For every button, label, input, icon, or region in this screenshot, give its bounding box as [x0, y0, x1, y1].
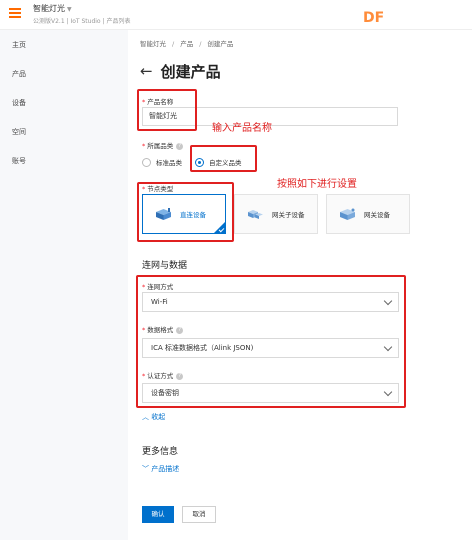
- network-method-select[interactable]: Wi-Fi: [142, 292, 399, 312]
- category-radio-custom[interactable]: 自定义品类: [195, 157, 242, 167]
- app-title-text: 智能灯光: [33, 4, 65, 13]
- product-desc-link-text: 产品描述: [151, 465, 180, 473]
- chevron-down-icon: [383, 342, 393, 352]
- required-mark: *: [142, 142, 146, 150]
- network-method-value: Wi-Fi: [151, 298, 168, 306]
- node-type-label: * 节点类型: [142, 183, 173, 193]
- chevron-down-icon: [383, 296, 393, 306]
- auth-method-select[interactable]: 设备密钥: [142, 383, 399, 403]
- more-info-title: 更多信息: [142, 447, 179, 457]
- sidebar-item-products[interactable]: 产品: [12, 69, 26, 79]
- breadcrumb-separator: /: [172, 40, 175, 48]
- required-mark: *: [142, 185, 146, 193]
- top-bar: 智能灯光 ▼ 公测版V2.1 | IoT Studio | 产品列表 DF: [0, 0, 472, 30]
- required-mark: *: [142, 372, 146, 380]
- menu-icon[interactable]: [9, 8, 21, 18]
- help-icon[interactable]: ?: [176, 326, 184, 334]
- df-logo: DF: [363, 10, 385, 26]
- sidebar-item-home[interactable]: 主页: [12, 40, 26, 50]
- category-option-label: 标准品类: [156, 159, 182, 167]
- node-type-gateway-subdevice[interactable]: 网关子设备: [234, 194, 318, 234]
- network-method-label-text: 连网方式: [147, 283, 174, 291]
- help-icon[interactable]: ?: [176, 372, 184, 380]
- data-format-label-text: 数据格式: [147, 326, 174, 334]
- main-content: 智能灯光 / 产品 / 创建产品 ← 创建产品 * 产品名称 智能灯光 * 所属品类? 标准…: [128, 30, 472, 540]
- help-icon[interactable]: ?: [176, 142, 184, 150]
- auth-method-label: * 认证方式?: [142, 370, 184, 380]
- page-header: ← 创建产品: [140, 60, 221, 82]
- required-mark: *: [142, 326, 146, 334]
- data-format-value: ICA 标准数据格式（Alink JSON): [151, 344, 254, 352]
- chevron-down-icon: ▼: [67, 6, 72, 13]
- chevron-down-icon: [383, 387, 393, 397]
- sidebar-item-accounts[interactable]: 账号: [12, 156, 26, 166]
- data-format-select[interactable]: ICA 标准数据格式（Alink JSON): [142, 338, 399, 358]
- chevron-down-icon: ﹀: [142, 465, 152, 473]
- back-arrow-icon[interactable]: ←: [140, 62, 153, 80]
- node-type-option-label: 网关子设备: [272, 211, 305, 219]
- gateway-cube-icon: [340, 208, 355, 220]
- annotation-enter-name: 输入产品名称: [212, 123, 272, 134]
- node-type-option-label: 网关设备: [364, 211, 390, 219]
- radio-circle: [142, 157, 151, 167]
- product-name-label-text: 产品名称: [147, 98, 174, 106]
- collapse-link-text: 收起: [151, 413, 166, 421]
- chevron-up-icon: ︿: [142, 413, 152, 421]
- category-radio-standard[interactable]: 标准品类: [142, 157, 182, 167]
- data-format-label: * 数据格式?: [142, 324, 184, 334]
- cancel-button[interactable]: 取消: [182, 506, 216, 523]
- node-type-option-label: 直连设备: [180, 211, 206, 219]
- network-section-title: 连网与数据: [142, 261, 188, 271]
- page-title: 创建产品: [160, 62, 221, 81]
- node-type-label-text: 节点类型: [147, 185, 174, 193]
- device-cube-icon: [156, 207, 171, 220]
- breadcrumb-item[interactable]: 产品: [180, 40, 193, 48]
- breadcrumb-separator: /: [199, 40, 202, 48]
- breadcrumb: 智能灯光 / 产品 / 创建产品: [140, 38, 233, 48]
- subdevice-cube-icon: [248, 209, 263, 219]
- breadcrumb-item[interactable]: 智能灯光: [140, 40, 166, 48]
- sidebar: 主页 产品 设备 空间 账号: [0, 30, 128, 540]
- node-type-gateway-device[interactable]: 网关设备: [326, 194, 410, 234]
- sidebar-item-spaces[interactable]: 空间: [12, 127, 26, 137]
- sidebar-item-devices[interactable]: 设备: [12, 98, 26, 108]
- collapse-link[interactable]: ︿ 收起: [142, 412, 165, 422]
- category-option-label: 自定义品类: [209, 159, 242, 167]
- check-corner-icon: [214, 222, 225, 233]
- breadcrumb-item-current: 创建产品: [207, 40, 234, 48]
- category-label: * 所属品类?: [142, 140, 184, 150]
- radio-circle-checked: [195, 157, 204, 167]
- confirm-button[interactable]: 确认: [142, 506, 174, 523]
- required-mark: *: [142, 283, 146, 291]
- auth-method-label-text: 认证方式: [147, 372, 174, 380]
- product-desc-link[interactable]: ﹀ 产品描述: [142, 464, 179, 474]
- node-type-direct-device[interactable]: 直连设备: [142, 194, 226, 234]
- app-subtitle: 公测版V2.1 | IoT Studio | 产品列表: [33, 18, 131, 25]
- category-label-text: 所属品类: [147, 142, 174, 150]
- required-mark: *: [142, 98, 146, 106]
- network-method-label: * 连网方式: [142, 281, 173, 291]
- auth-method-value: 设备密钥: [151, 389, 179, 397]
- app-title[interactable]: 智能灯光 ▼: [33, 3, 72, 14]
- product-name-label: * 产品名称: [142, 96, 173, 106]
- annotation-configure: 按照如下进行设置: [277, 179, 357, 190]
